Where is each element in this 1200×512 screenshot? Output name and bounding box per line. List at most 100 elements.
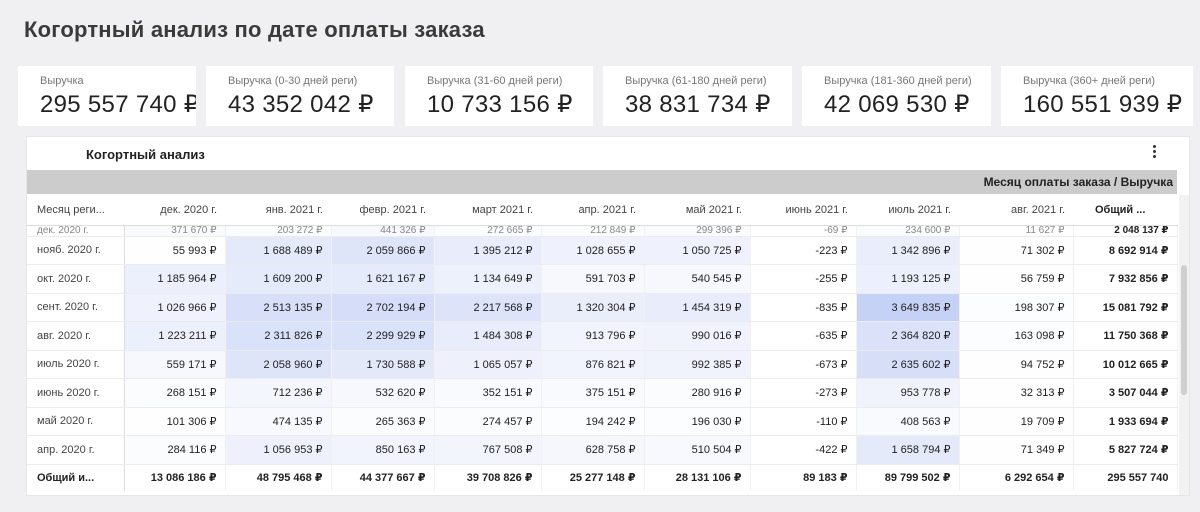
table-cell: 1 193 125 ₽ [856,264,960,294]
more-options-icon[interactable] [1148,145,1160,161]
table-row-partial: дек. 2020 г. 371 670 ₽203 272 ₽441 326 ₽2… [27,225,1178,237]
vertical-scrollbar[interactable] [1179,195,1189,495]
table-cell: 198 307 ₽ [959,293,1074,322]
kpi-label: Выручка (360+ дней реги) [1023,75,1156,87]
column-header[interactable]: апр. 2021 г. [541,195,644,226]
row-total-cell: 2 048 137 ₽ [1072,225,1178,237]
column-header[interactable]: март 2021 г. [434,195,541,226]
scrollbar-thumb[interactable] [1181,265,1187,395]
kpi-card-revenue-0-30[interactable]: Выручка (0-30 дней реги) 43 352 042 ₽ [206,66,394,126]
table-cell: 1 658 794 ₽ [856,435,960,465]
table-cell: 953 778 ₽ [856,378,960,408]
total-column-header[interactable]: Общий ... [1073,195,1177,226]
row-label: нояб. 2020 г. [27,236,125,265]
table-cell: 1 320 304 ₽ [541,293,645,322]
table-cell: 474 135 ₽ [225,407,332,436]
table-cell: 71 302 ₽ [959,236,1074,265]
table-cell: 2 702 194 ₽ [331,293,435,322]
table-cell: -835 ₽ [750,293,857,322]
cohort-table: Месяц реги... дек. 2020 г. янв. 2021 г. … [27,195,1178,491]
table-cell: 559 171 ₽ [124,350,226,379]
row-total-cell: 8 692 914 ₽ [1072,236,1178,265]
kpi-label: Выручка [40,75,84,87]
row-label: сент. 2020 г. [27,293,125,322]
table-row: сент. 2020 г. 1 026 966 ₽2 513 135 ₽2 702… [27,293,1178,322]
table-cell: 196 030 ₽ [644,407,751,436]
table-cell: 540 545 ₽ [644,264,751,294]
table-cell: 2 364 820 ₽ [856,321,960,351]
table-cell: 2 635 602 ₽ [856,350,960,379]
kpi-label: Выручка (181-360 дней реги) [824,75,972,87]
table-row: июль 2020 г. 559 171 ₽2 058 960 ₽1 730 58… [27,350,1178,379]
table-cell: 1 454 319 ₽ [644,293,751,322]
kpi-card-revenue[interactable]: Выручка 295 557 740 ₽ [18,66,196,126]
column-header[interactable]: июнь 2021 г. [750,195,856,226]
table-cell: 2 513 135 ₽ [225,293,332,322]
table-cell: -422 ₽ [750,435,857,465]
kpi-row: Выручка 295 557 740 ₽ Выручка (0-30 дней… [18,66,1193,126]
column-header[interactable]: май 2021 г. [644,195,750,226]
table-cell: 1 065 057 ₽ [434,350,542,379]
grand-total-cell: 25 277 148 ₽ [541,463,645,491]
column-header[interactable]: июль 2021 г. [856,195,959,226]
row-label: окт. 2020 г. [27,264,125,294]
table-cell: -255 ₽ [750,264,857,294]
table-cell: 272 665 ₽ [434,225,542,237]
table-cell: 1 621 167 ₽ [331,264,435,294]
table-cell: 352 151 ₽ [434,378,542,408]
table-cell: 1 484 308 ₽ [434,321,542,351]
table-cell: 265 363 ₽ [331,407,435,436]
table-cell: 2 217 568 ₽ [434,293,542,322]
row-total-cell: 1 933 694 ₽ [1072,407,1178,436]
row-total-cell: 7 932 856 ₽ [1072,264,1178,294]
column-header[interactable]: дек. 2020 г. [124,195,225,226]
grand-total-cell: 89 183 ₽ [750,463,857,491]
table-cell: 532 620 ₽ [331,378,435,408]
row-label: май 2020 г. [27,407,125,436]
row-header[interactable]: Месяц реги... [27,195,124,226]
kpi-card-revenue-181-360[interactable]: Выручка (181-360 дней реги) 42 069 530 ₽ [802,66,991,126]
table-cell: 767 508 ₽ [434,435,542,465]
grand-total-label: Общий и... [27,463,125,491]
table-cell: 194 242 ₽ [541,407,645,436]
table-cell: 268 151 ₽ [124,378,226,408]
row-total-cell: 3 507 044 ₽ [1072,378,1178,408]
row-label: июнь 2020 г. [27,378,125,408]
grand-total-row: Общий и... 13 086 186 ₽ 48 795 468 ₽ 44 … [27,463,1178,491]
table-cell: 55 993 ₽ [124,236,226,265]
cohort-panel: Когортный анализ Месяц оплаты заказа / В… [26,136,1190,496]
row-label: апр. 2020 г. [27,435,125,465]
kpi-label: Выручка (31-60 дней реги) [427,75,563,87]
table-cell: 628 758 ₽ [541,435,645,465]
panel-title: Когортный анализ [86,147,205,162]
row-total-cell: 11 750 368 ₽ [1072,321,1178,351]
table-cell: 3 649 835 ₽ [856,293,960,322]
table-cell: 19 709 ₽ [959,407,1074,436]
kpi-card-revenue-31-60[interactable]: Выручка (31-60 дней реги) 10 733 156 ₽ [405,66,593,126]
table-cell: 1 223 211 ₽ [124,321,226,351]
column-header[interactable]: авг. 2021 г. [959,195,1073,226]
table-cell: -110 ₽ [750,407,857,436]
row-label: июль 2020 г. [27,350,125,379]
column-header[interactable]: янв. 2021 г. [225,195,331,226]
table-cell: 371 670 ₽ [124,225,226,237]
kpi-card-revenue-360-plus[interactable]: Выручка (360+ дней реги) 160 551 939 ₽ [1001,66,1193,126]
row-label: дек. 2020 г. [27,225,125,237]
table-cell: 1 185 964 ₽ [124,264,226,294]
table-cell: -273 ₽ [750,378,857,408]
table-cell: 850 163 ₽ [331,435,435,465]
table-cell: 408 563 ₽ [856,407,960,436]
table-cell: 591 703 ₽ [541,264,645,294]
grand-total-cell: 6 292 654 ₽ [959,463,1074,491]
table-cell: 274 457 ₽ [434,407,542,436]
kpi-card-revenue-61-180[interactable]: Выручка (61-180 дней реги) 38 831 734 ₽ [603,66,792,126]
table-cell: -673 ₽ [750,350,857,379]
table-cell: 1 730 588 ₽ [331,350,435,379]
grand-total-cell: 13 086 186 ₽ [124,463,226,491]
table-cell: 56 759 ₽ [959,264,1074,294]
grand-total-cell: 44 377 667 ₽ [331,463,435,491]
column-header[interactable]: февр. 2021 г. [331,195,434,226]
table-cell: -635 ₽ [750,321,857,351]
table-cell: 1 395 212 ₽ [434,236,542,265]
table-cell: 280 916 ₽ [644,378,751,408]
